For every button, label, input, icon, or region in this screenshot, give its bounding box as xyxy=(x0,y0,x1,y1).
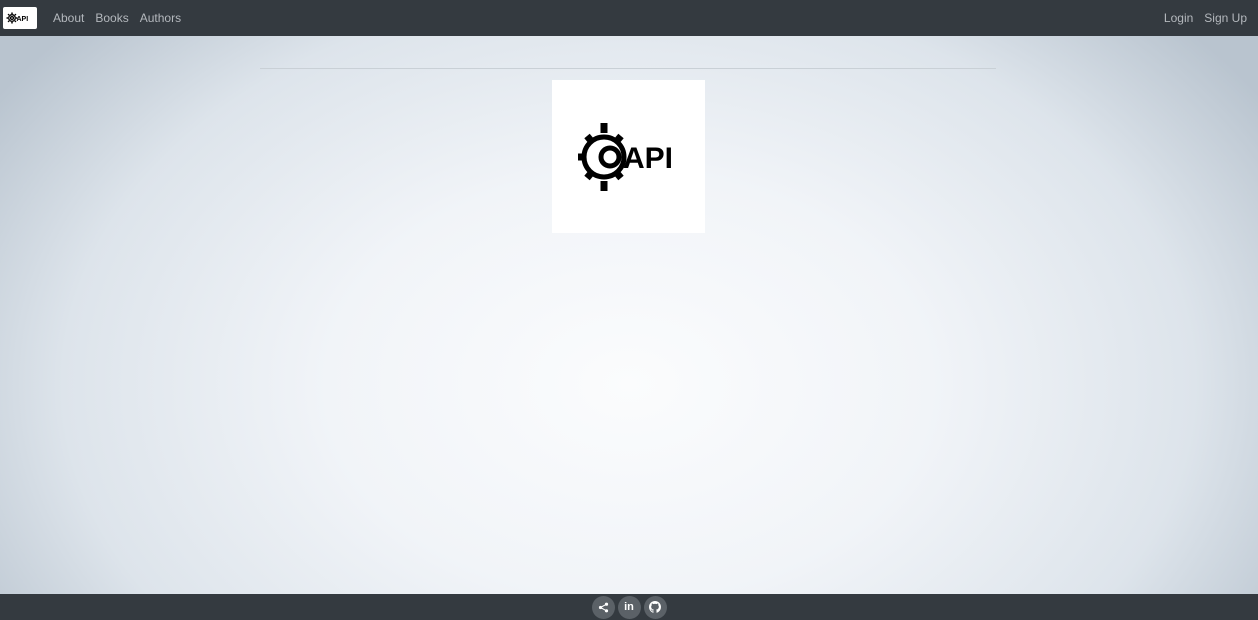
nav-about[interactable]: About xyxy=(53,11,84,25)
hero-logo: API xyxy=(552,80,705,233)
nav-books[interactable]: Books xyxy=(95,11,128,25)
brand-logo[interactable]: API xyxy=(3,7,37,29)
linkedin-icon: in xyxy=(624,601,634,613)
nav-authors[interactable]: Authors xyxy=(140,11,181,25)
footer: in xyxy=(0,594,1258,620)
hero-gear-icon: API xyxy=(577,122,673,191)
navbar: API About Books Authors Login Sign Up xyxy=(0,0,1258,36)
nav-sign-up[interactable]: Sign Up xyxy=(1204,11,1247,25)
divider xyxy=(260,68,996,69)
github-button[interactable] xyxy=(643,595,667,619)
svg-text:API: API xyxy=(17,16,29,23)
share-icon xyxy=(598,602,608,612)
share-button[interactable] xyxy=(591,595,615,619)
nav-login[interactable]: Login xyxy=(1164,11,1193,25)
brand-gear-icon: API xyxy=(6,12,29,24)
svg-text:API: API xyxy=(623,142,673,175)
github-icon xyxy=(649,601,661,613)
linkedin-button[interactable]: in xyxy=(617,595,641,619)
